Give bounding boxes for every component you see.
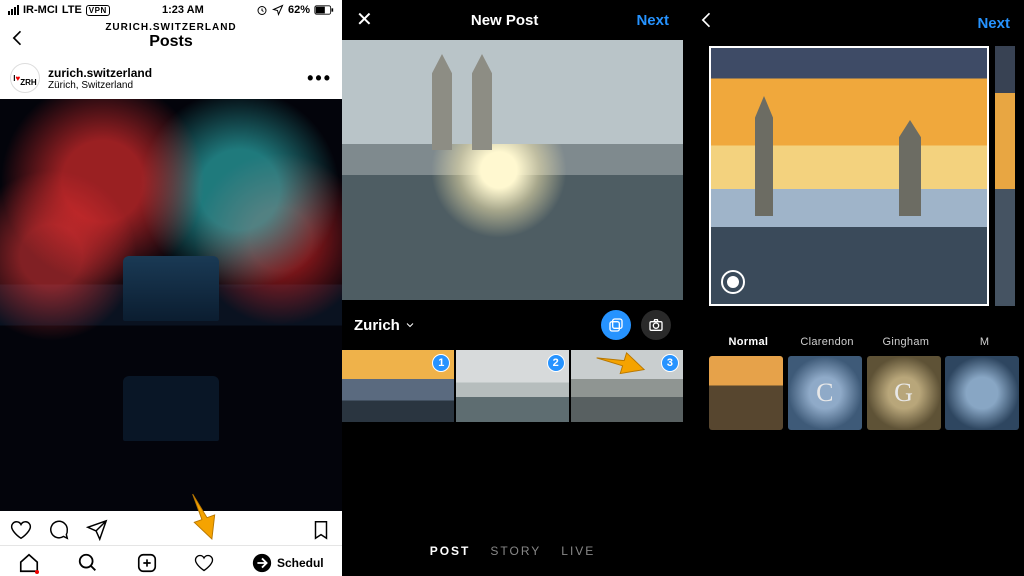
battery-label: 62% [288, 4, 310, 16]
open-camera-button[interactable] [641, 310, 671, 340]
album-selector[interactable]: Zurich [354, 317, 416, 334]
schedule-icon [251, 552, 273, 574]
filter-swatch: G [867, 356, 941, 430]
post-header[interactable]: I♥ZRH zurich.switzerland Zürich, Switzer… [0, 57, 342, 99]
location-arrow-icon [272, 4, 284, 16]
save-icon[interactable] [310, 519, 332, 541]
header-title: Posts [0, 33, 342, 51]
search-tab-icon[interactable] [77, 552, 99, 574]
filter-more[interactable]: M [945, 336, 1024, 430]
next-button[interactable]: Next [636, 12, 669, 29]
share-icon[interactable] [86, 519, 108, 541]
close-icon[interactable]: ✕ [356, 10, 373, 30]
gallery-thumb[interactable]: 2 [456, 350, 568, 422]
next-button[interactable]: Next [977, 15, 1010, 32]
filter-swatch [709, 356, 783, 430]
network-label: LTE [62, 4, 82, 16]
carrier-label: IR-MCI [23, 4, 58, 16]
new-post-tab-icon[interactable] [136, 552, 158, 574]
selection-badge: 3 [661, 354, 679, 372]
clock-label: 1:23 AM [162, 4, 204, 16]
filter-label: M [945, 336, 1024, 348]
mode-selector: POST STORY LIVE [342, 526, 683, 576]
notification-dot-icon [35, 570, 39, 574]
filter-normal[interactable]: Normal [709, 336, 788, 430]
filter-preview-image[interactable] [709, 46, 989, 306]
avatar[interactable]: I♥ZRH [10, 63, 40, 93]
mode-live[interactable]: LIVE [561, 544, 595, 558]
picker-header: ✕ New Post Next [342, 0, 683, 40]
selection-badge: 2 [547, 354, 565, 372]
new-post-picker-screen: ✕ New Post Next Zurich 1 2 3 POST STORY … [342, 0, 683, 576]
post-image[interactable] [0, 99, 342, 511]
filter-strip: Normal Clarendon C Gingham G M [683, 306, 1024, 430]
camera-icon [648, 317, 664, 333]
back-icon[interactable] [8, 28, 28, 48]
activity-tab-icon[interactable] [194, 553, 214, 573]
like-icon[interactable] [10, 519, 32, 541]
filter-label: Gingham [867, 336, 946, 348]
status-bar: IR-MCI LTE VPN 1:23 AM 62% [0, 0, 342, 20]
username-label[interactable]: zurich.switzerland [48, 66, 152, 80]
schedule-tab[interactable]: Schedul [251, 552, 324, 574]
header-context: ZURICH.SWITZERLAND [0, 22, 342, 33]
comment-icon[interactable] [48, 519, 70, 541]
album-label: Zurich [354, 317, 400, 334]
vpn-badge: VPN [86, 5, 110, 16]
posts-header: ZURICH.SWITZERLAND Posts [0, 20, 342, 57]
signal-icon [8, 5, 19, 15]
mode-post[interactable]: POST [430, 544, 471, 558]
gallery-thumb[interactable]: 1 [342, 350, 454, 422]
selected-preview-image[interactable] [342, 40, 683, 300]
filter-preview-carousel[interactable] [683, 46, 1024, 306]
location-label[interactable]: Zürich, Switzerland [48, 80, 152, 91]
stack-icon [608, 317, 624, 333]
next-preview-peek[interactable] [995, 46, 1015, 306]
carousel-indicator-icon [721, 270, 745, 294]
schedule-label: Schedul [277, 556, 324, 570]
chevron-down-icon [404, 319, 416, 331]
filter-swatch [945, 356, 1019, 430]
filter-screen: Next Normal Clarendon C Gingham G M [683, 0, 1024, 576]
filter-clarendon[interactable]: Clarendon C [788, 336, 867, 430]
filter-label: Normal [709, 336, 788, 348]
picker-title: New Post [471, 12, 539, 29]
selection-badge: 1 [432, 354, 450, 372]
alarm-icon [256, 4, 268, 16]
feed-screen: IR-MCI LTE VPN 1:23 AM 62% ZURICH.SWITZE… [0, 0, 342, 576]
back-icon[interactable] [697, 10, 717, 36]
filter-swatch: C [788, 356, 862, 430]
mode-story[interactable]: STORY [490, 544, 541, 558]
battery-icon [314, 5, 334, 15]
filter-header: Next [683, 0, 1024, 46]
bottom-tab-bar: Schedul [0, 545, 342, 576]
more-options-icon[interactable]: ••• [307, 68, 332, 89]
filter-gingham[interactable]: Gingham G [867, 336, 946, 430]
filter-label: Clarendon [788, 336, 867, 348]
